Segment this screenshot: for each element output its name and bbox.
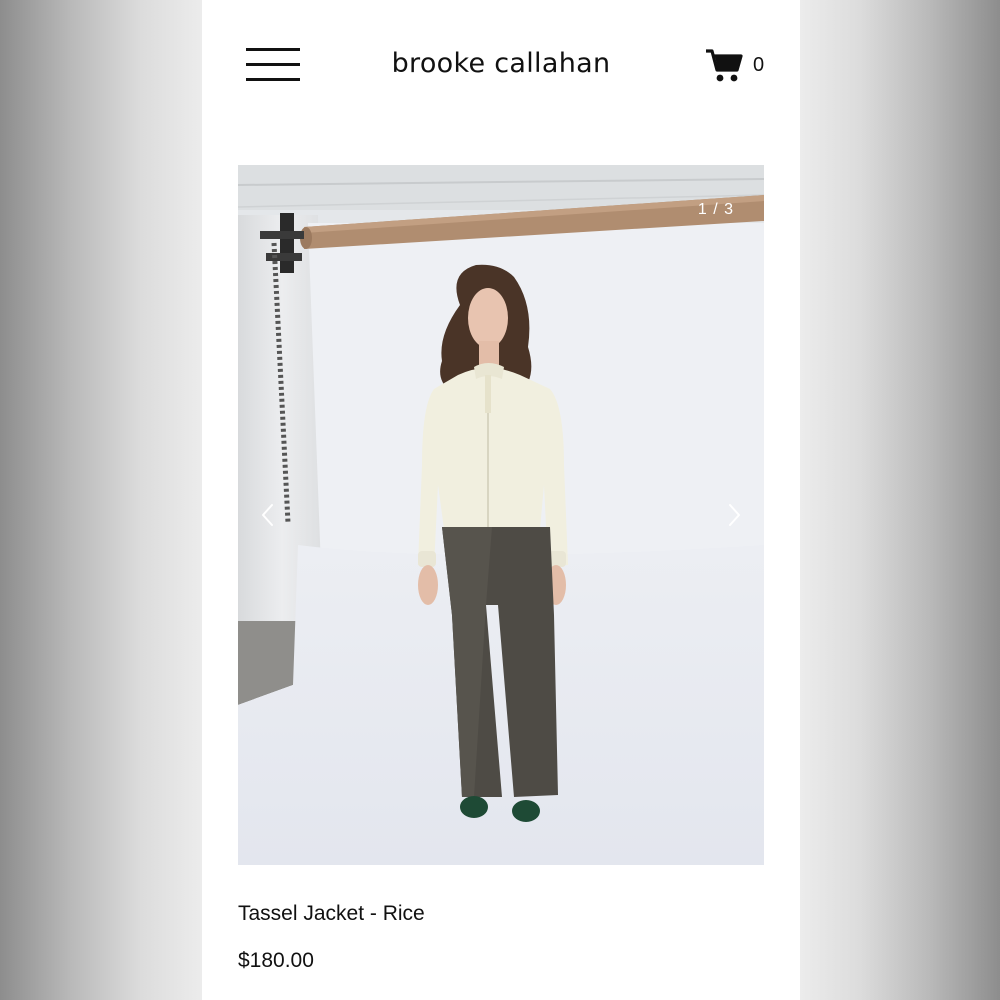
mobile-page: brooke callahan 0 1 / 3 Tassel Jacket - … xyxy=(202,0,800,1000)
product-image-gallery[interactable]: 1 / 3 xyxy=(238,165,764,865)
product-photo xyxy=(238,165,764,865)
chevron-right-icon[interactable] xyxy=(722,500,746,530)
image-counter: 1 / 3 xyxy=(697,201,734,218)
product-title: Tassel Jacket - Rice xyxy=(238,902,425,925)
background-left xyxy=(0,0,202,1000)
product-price: $180.00 xyxy=(238,949,314,972)
cart-button[interactable]: 0 xyxy=(705,48,775,84)
background-right xyxy=(800,0,1000,1000)
cart-count: 0 xyxy=(753,54,765,76)
chevron-left-icon[interactable] xyxy=(256,500,280,530)
shopping-cart-icon xyxy=(706,49,743,82)
